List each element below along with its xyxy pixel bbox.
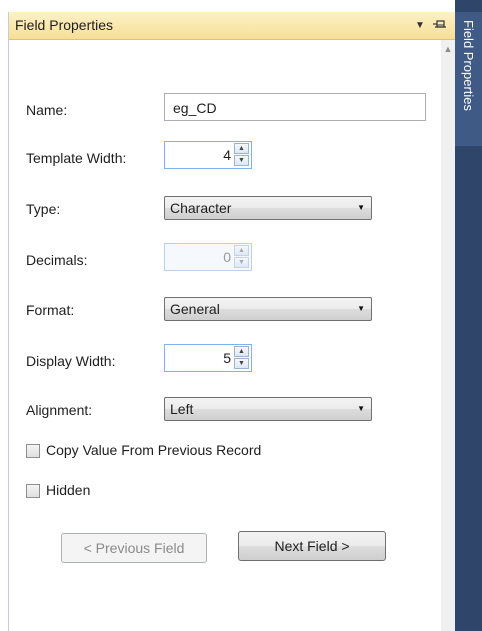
format-value: General (170, 301, 220, 317)
panel-title-bar: Field Properties ▼ (9, 12, 455, 40)
side-tab-strip: Field Properties (455, 0, 482, 631)
decimals-label: Decimals: (26, 252, 88, 268)
decimals-stepper: 0 ▲ ▼ (164, 243, 252, 271)
spin-up-icon: ▲ (234, 245, 249, 256)
decimals-value: 0 (223, 249, 231, 265)
spin-up-icon[interactable]: ▲ (234, 143, 249, 154)
alignment-value: Left (170, 401, 194, 417)
field-properties-panel: Field Properties ▼ Name: eg_CD Template … (8, 12, 455, 631)
alignment-select[interactable]: Left ▼ (164, 397, 372, 421)
properties-form: Name: eg_CD Template Width: 4 ▲ ▼ Type: … (9, 40, 441, 631)
template-width-label: Template Width: (26, 150, 127, 166)
display-width-label: Display Width: (26, 353, 116, 369)
panel-title: Field Properties (15, 17, 114, 33)
template-width-stepper[interactable]: 4 ▲ ▼ (164, 141, 252, 169)
previous-field-button[interactable]: < Previous Field (61, 533, 207, 563)
chevron-down-icon: ▼ (357, 203, 365, 212)
name-label: Name: (26, 102, 68, 118)
template-width-value[interactable]: 4 (223, 147, 231, 163)
chevron-down-icon: ▼ (357, 404, 365, 413)
hidden-label[interactable]: Hidden (46, 482, 90, 498)
side-tab-label: Field Properties (461, 20, 476, 112)
hidden-checkbox[interactable] (26, 484, 40, 498)
scroll-up-icon[interactable]: ▲ (443, 44, 453, 54)
alignment-label: Alignment: (26, 402, 93, 418)
chevron-down-icon: ▼ (357, 304, 365, 313)
pin-icon[interactable] (432, 17, 448, 33)
type-label: Type: (26, 201, 61, 217)
name-input[interactable]: eg_CD (164, 93, 426, 121)
display-width-stepper[interactable]: 5 ▲ ▼ (164, 344, 252, 372)
next-field-button[interactable]: Next Field > (238, 531, 386, 561)
copy-value-checkbox[interactable] (26, 444, 40, 458)
format-select[interactable]: General ▼ (164, 297, 372, 321)
spin-down-icon[interactable]: ▼ (234, 155, 249, 166)
format-label: Format: (26, 302, 75, 318)
spin-up-icon[interactable]: ▲ (234, 346, 249, 357)
spin-down-icon: ▼ (234, 257, 249, 268)
type-value: Character (170, 200, 232, 216)
dropdown-arrow-icon[interactable]: ▼ (415, 20, 425, 31)
side-tab-field-properties[interactable]: Field Properties (455, 12, 482, 146)
copy-value-label[interactable]: Copy Value From Previous Record (46, 442, 261, 458)
vertical-scrollbar[interactable]: ▲ (441, 40, 455, 631)
spin-down-icon[interactable]: ▼ (234, 358, 249, 369)
display-width-value[interactable]: 5 (223, 350, 231, 366)
type-select[interactable]: Character ▼ (164, 196, 372, 220)
